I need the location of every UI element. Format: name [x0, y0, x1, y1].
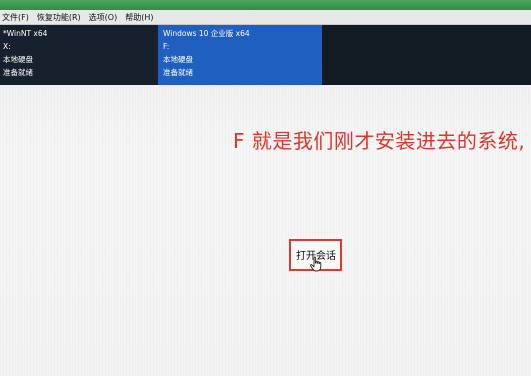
system-name: Windows 10 企业版 x64: [163, 29, 250, 38]
system-status: 准备就绪: [163, 68, 193, 77]
menu-bar: 文件(F) 恢复功能(R) 选项(O) 帮助(H): [0, 10, 531, 25]
hand-pointer-icon: [310, 256, 322, 272]
system-tile-windows10[interactable]: Windows 10 企业版 x64 F: 本地硬盘 准备就绪: [158, 25, 322, 85]
system-drive: F:: [163, 42, 170, 51]
recovery-screen: 文件(F) 恢复功能(R) 选项(O) 帮助(H) *WinNT x64 X: …: [0, 0, 531, 376]
system-tile-winnt[interactable]: *WinNT x64 X: 本地硬盘 准备就绪: [0, 25, 158, 85]
window-titlebar: [0, 0, 531, 10]
system-name: *WinNT x64: [3, 29, 48, 38]
menu-file[interactable]: 文件(F): [0, 12, 33, 23]
menu-help[interactable]: 帮助(H): [121, 12, 157, 23]
system-drive: X:: [3, 42, 11, 51]
system-disk: 本地硬盘: [163, 55, 193, 64]
system-disk: 本地硬盘: [3, 55, 33, 64]
menu-options[interactable]: 选项(O): [85, 12, 122, 23]
system-status: 准备就绪: [3, 68, 33, 77]
annotation-text: F 就是我们刚才安装进去的系统,: [233, 129, 526, 153]
menu-recovery[interactable]: 恢复功能(R): [33, 12, 85, 23]
